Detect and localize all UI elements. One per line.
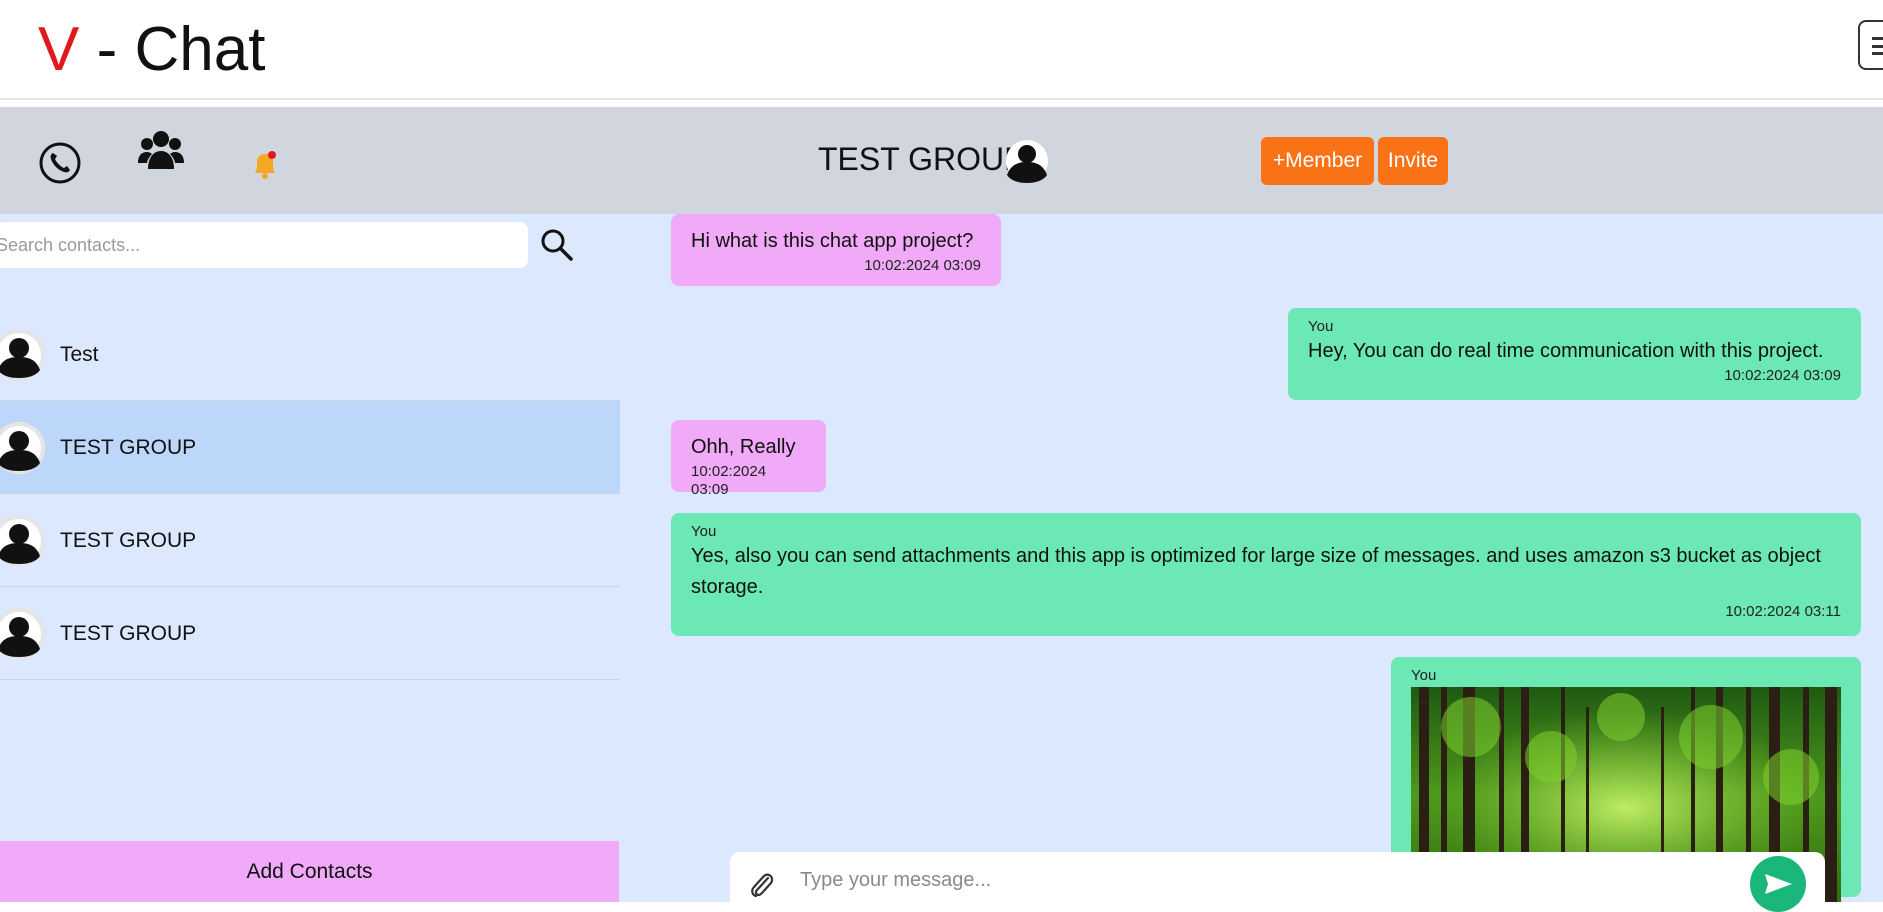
message-timestamp: 10:02:2024 03:09	[864, 257, 981, 274]
search-contacts-input[interactable]	[0, 222, 528, 268]
outgoing-message: You Yes, also you can send attachments a…	[671, 513, 1861, 636]
contact-name: Test	[60, 343, 99, 366]
message-timestamp: 10:02:2024 03:09	[691, 463, 767, 498]
send-button[interactable]	[1750, 856, 1806, 912]
contact-avatar	[0, 515, 45, 567]
contact-item[interactable]: Test	[0, 308, 620, 401]
add-contacts-button[interactable]: Add Contacts	[0, 841, 619, 902]
navbar-toggle-button[interactable]	[1858, 20, 1883, 70]
message-sender: You	[691, 523, 717, 540]
incoming-message: Ohh, Really 10:02:2024 03:09	[671, 420, 826, 498]
message-timestamp: 10:02:2024 03:11	[1725, 603, 1841, 620]
invite-button[interactable]: Invite	[1378, 137, 1448, 185]
contact-item[interactable]: TEST GROUP	[0, 587, 620, 680]
contact-avatar	[0, 329, 45, 381]
message-text: Hi what is this chat app project?	[691, 230, 974, 252]
message-sender: You	[1308, 318, 1334, 335]
phone-icon[interactable]	[38, 141, 82, 185]
contact-item[interactable]: TEST GROUP	[0, 494, 620, 587]
app-logo[interactable]: V - Chat	[38, 10, 265, 90]
contact-avatar	[0, 422, 45, 474]
add-member-button[interactable]: +Member	[1261, 137, 1374, 185]
chat-header: TEST GROUP +Member Invite	[0, 107, 1883, 214]
message-text: Yes, also you can send attachments and t…	[691, 545, 1821, 598]
logo-letter: V	[38, 15, 80, 84]
contact-item[interactable]: TEST GROUP	[0, 401, 620, 494]
message-text: Hey, You can do real time communication …	[1308, 340, 1824, 362]
message-list[interactable]: Hi what is this chat app project? 10:02:…	[620, 214, 1883, 902]
message-composer	[730, 852, 1825, 912]
logo-text: - Chat	[79, 15, 266, 84]
bell-icon[interactable]	[251, 147, 279, 181]
message-timestamp: 10:02:2024 03:09	[1724, 367, 1841, 384]
contact-name: TEST GROUP	[60, 622, 197, 645]
paperclip-icon[interactable]	[748, 872, 774, 900]
search-box	[0, 222, 528, 268]
search-icon[interactable]	[540, 228, 574, 262]
message-input[interactable]	[800, 860, 1700, 900]
outgoing-message: You Hey, You can do real time communicat…	[1288, 308, 1861, 400]
group-avatar[interactable]	[1005, 139, 1049, 183]
send-icon	[1765, 874, 1792, 894]
contact-avatar	[0, 608, 45, 660]
hamburger-icon	[1872, 37, 1883, 55]
contacts-sidebar: Test TEST GROUP TEST GROUP TEST GROUP Ad…	[0, 214, 620, 902]
active-chat-title: TEST GROUP	[818, 141, 1026, 177]
message-text: Ohh, Really	[691, 436, 796, 458]
message-sender: You	[1411, 667, 1437, 684]
top-navbar: V - Chat	[0, 0, 1883, 100]
incoming-message: Hi what is this chat app project? 10:02:…	[671, 214, 1001, 286]
contact-name: TEST GROUP	[60, 529, 197, 552]
contact-name: TEST GROUP	[60, 436, 197, 459]
group-icon[interactable]	[138, 129, 184, 173]
